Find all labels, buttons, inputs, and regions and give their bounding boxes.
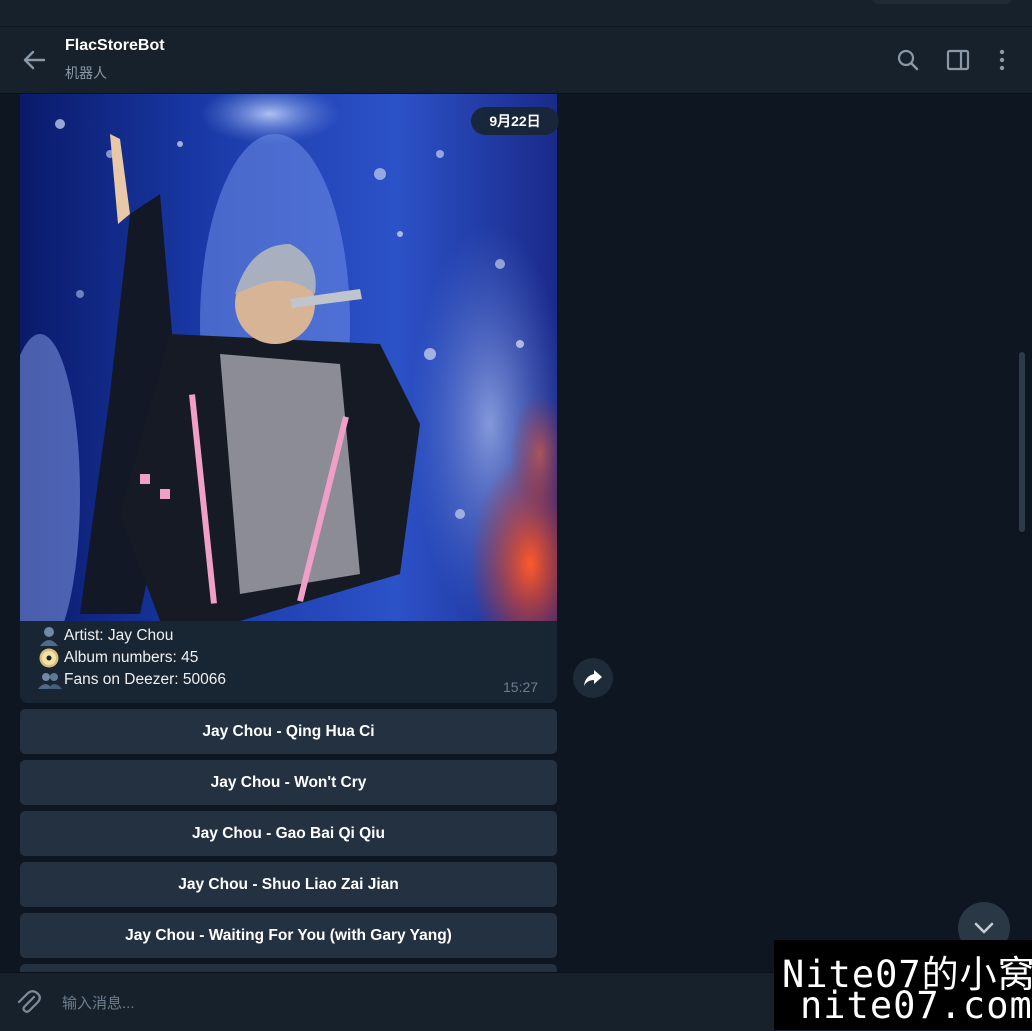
chat-title[interactable]: FlacStoreBot: [65, 37, 165, 55]
forward-button[interactable]: [573, 658, 613, 698]
chevron-down-icon: [974, 922, 994, 934]
more-vertical-icon[interactable]: [989, 47, 1015, 73]
chat-header: FlacStoreBot 机器人: [0, 27, 1032, 94]
keyboard-button-qing-hua-ci[interactable]: Jay Chou - Qing Hua Ci: [20, 709, 557, 754]
window-top-strip: [0, 0, 1032, 27]
busts-in-silhouette-icon: [38, 670, 62, 690]
caption-row-artist: Artist: Jay Chou: [38, 625, 226, 647]
date-badge: 9月22日: [471, 107, 559, 135]
sidebar-panel-icon[interactable]: [945, 47, 971, 73]
caption-row-fans: Fans on Deezer: 50066: [38, 669, 226, 691]
message-bubble: [20, 94, 557, 703]
dvd-disc-icon: [38, 648, 62, 668]
keyboard-button-partial[interactable]: [20, 964, 557, 972]
paperclip-icon[interactable]: [14, 988, 44, 1018]
keyboard-button-waiting-for-you[interactable]: Jay Chou - Waiting For You (with Gary Ya…: [20, 913, 557, 958]
share-arrow-icon: [584, 670, 602, 686]
caption-fans-text: Fans on Deezer: 50066: [64, 671, 226, 688]
keyboard-button-gao-bai-qi-qiu[interactable]: Jay Chou - Gao Bai Qi Qiu: [20, 811, 557, 856]
message-input[interactable]: [60, 983, 744, 1023]
keyboard-button-shuo-liao-zai-jian[interactable]: Jay Chou - Shuo Liao Zai Jian: [20, 862, 557, 907]
chat-area[interactable]: 9月22日 Artist: Jay Chou Album numbers: 45…: [0, 94, 1032, 972]
back-arrow-icon[interactable]: [18, 45, 50, 75]
top-search-pill: [872, 0, 1012, 4]
caption-row-albums: Album numbers: 45: [38, 647, 226, 669]
message-caption: Artist: Jay Chou Album numbers: 45 Fans …: [38, 625, 226, 691]
watermark-line2: nite07.com: [800, 984, 1032, 1027]
chat-scrollbar[interactable]: [1019, 352, 1025, 532]
chat-subtitle: 机器人: [65, 65, 107, 81]
caption-albums-text: Album numbers: 45: [64, 649, 199, 666]
concert-photo[interactable]: [20, 94, 557, 621]
message-time: 15:27: [503, 679, 539, 695]
watermark: Nite07的小窝 nite07.com: [774, 940, 1032, 1030]
search-icon[interactable]: [895, 47, 921, 73]
keyboard-button-wont-cry[interactable]: Jay Chou - Won't Cry: [20, 760, 557, 805]
bust-in-silhouette-icon: [38, 626, 62, 646]
caption-artist-text: Artist: Jay Chou: [64, 627, 174, 644]
